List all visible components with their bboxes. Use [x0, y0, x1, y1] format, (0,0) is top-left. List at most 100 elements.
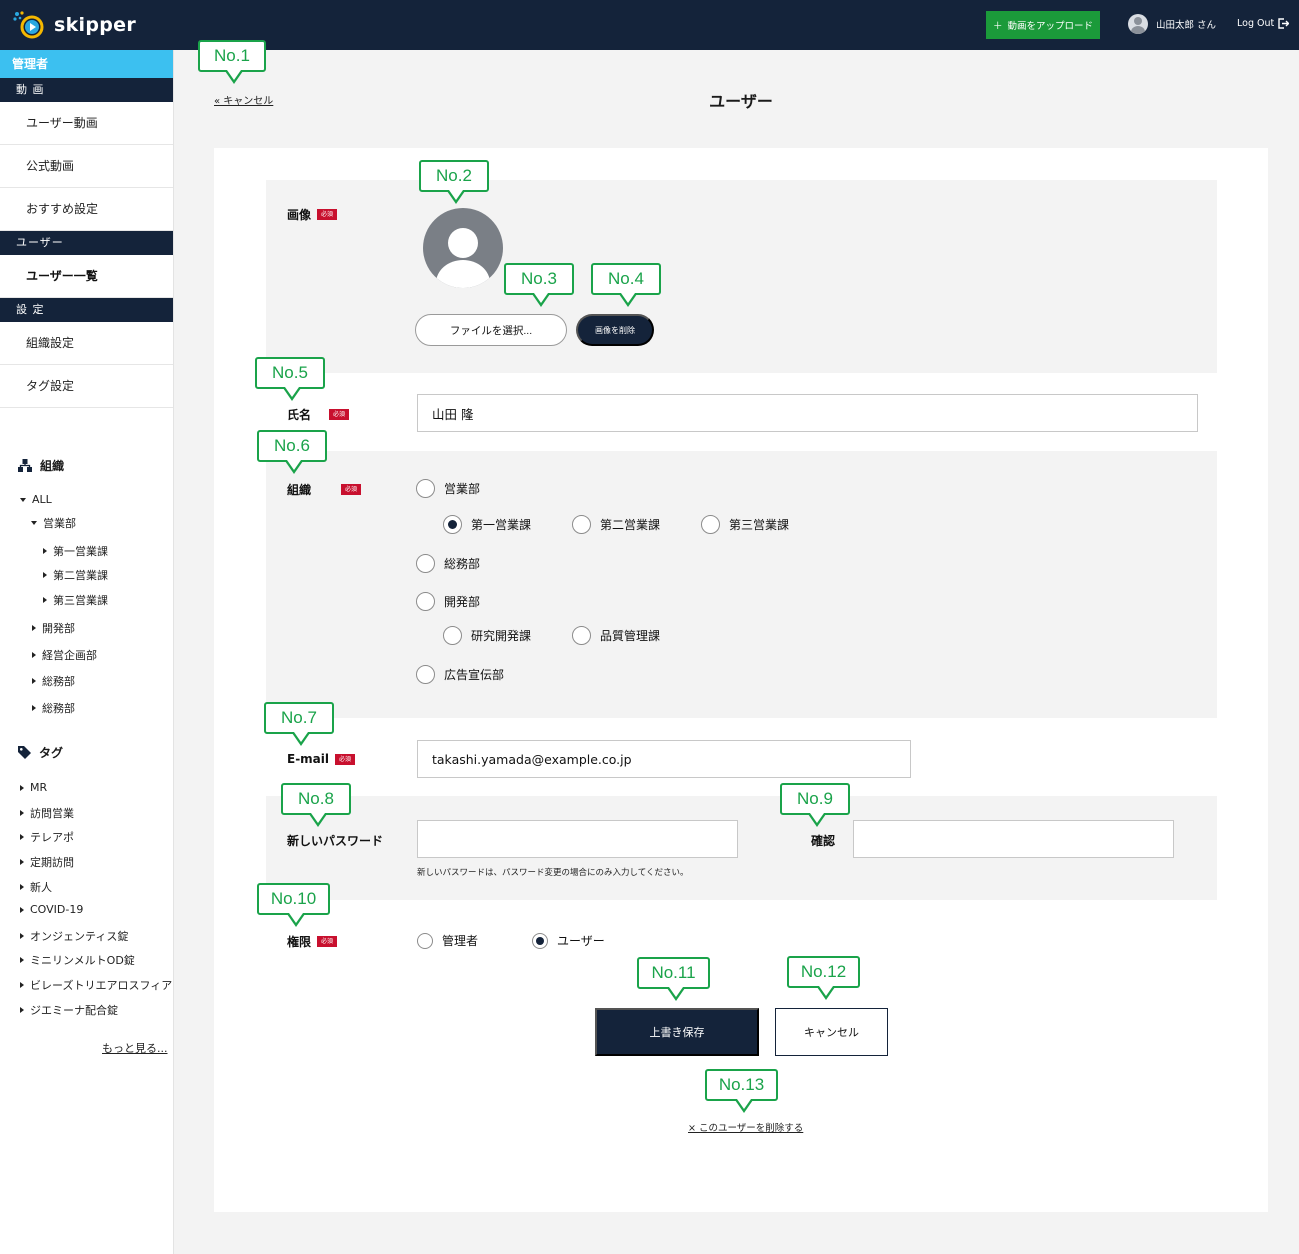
org-label-text: 組織 [287, 483, 312, 497]
password-hint: 新しいパスワードは、パスワード変更の場合にのみ入力してください。 [417, 868, 689, 878]
org-radio-ads[interactable]: 広告宣伝部 [416, 665, 504, 684]
tag-label: 定期訪問 [30, 856, 74, 869]
radio-label: 品質管理課 [600, 629, 661, 643]
org-radio-research[interactable]: 研究開発課 [443, 626, 531, 645]
caret-right-icon [20, 784, 24, 791]
tree-item-sales-2[interactable]: 第二営業課 [43, 567, 108, 583]
sidebar: 管理者 動 画 ユーザー動画 公式動画 おすすめ設定 ユーザー ユーザー一覧 設… [0, 50, 174, 1254]
tree-item-sales-3[interactable]: 第三営業課 [43, 592, 108, 608]
new-password-input[interactable] [417, 820, 738, 858]
user-menu[interactable]: 山田太郎 さん [1128, 14, 1216, 34]
org-radio-sales-2[interactable]: 第二営業課 [572, 515, 660, 534]
name-input[interactable]: 山田 隆 [417, 394, 1198, 432]
org-radio-sales-3[interactable]: 第三営業課 [701, 515, 789, 534]
tag-item[interactable]: MR [20, 781, 47, 794]
radio-circle-selected [532, 932, 548, 949]
logo[interactable]: skipper [12, 10, 136, 40]
delete-user-link[interactable]: × このユーザーを削除する [688, 1120, 803, 1134]
sidebar-item-org-settings[interactable]: 組織設定 [0, 322, 173, 365]
email-input[interactable]: takashi.yamada@example.co.jp [417, 740, 911, 778]
more-tags-link[interactable]: もっと見る... [102, 1040, 168, 1056]
image-label: 画像 必須 [287, 206, 338, 223]
tag-label: ミニリンメルトOD錠 [30, 954, 135, 967]
org-chart-icon [18, 459, 32, 472]
radio-circle-selected [443, 515, 462, 534]
radio-label: 研究開発課 [471, 629, 532, 643]
sidebar-role: 管理者 [0, 50, 173, 78]
role-radio-user[interactable]: ユーザー [532, 932, 605, 949]
tag-label: COVID-19 [30, 903, 84, 916]
tag-item[interactable]: 新人 [20, 879, 52, 895]
caret-right-icon [20, 957, 24, 963]
radio-circle [416, 554, 435, 573]
tree-item-sales[interactable]: 営業部 [31, 515, 76, 531]
tag-label: ビレーズトリエアロスフィア [30, 979, 173, 992]
org-radio-dev[interactable]: 開発部 [416, 592, 480, 611]
tree-item-general[interactable]: 総務部 [32, 673, 75, 689]
tag-item[interactable]: テレアポ [20, 829, 74, 845]
radio-circle [443, 626, 462, 645]
tag-item[interactable]: 定期訪問 [20, 854, 74, 870]
required-badge: 必須 [317, 209, 338, 220]
radio-label: 開発部 [444, 595, 481, 609]
sidebar-item-official-videos[interactable]: 公式動画 [0, 145, 173, 188]
sidebar-section-user: ユーザー [0, 231, 173, 255]
tree-item-all[interactable]: ALL [20, 493, 52, 506]
radio-circle [572, 626, 591, 645]
callout-8: No.8 [281, 783, 351, 827]
org-radio-general[interactable]: 総務部 [416, 554, 480, 573]
sidebar-item-recommend-settings[interactable]: おすすめ設定 [0, 188, 173, 231]
required-badge: 必須 [329, 409, 350, 420]
radio-circle [416, 665, 435, 684]
logo-text: skipper [54, 14, 137, 36]
tag-item[interactable]: COVID-19 [20, 903, 83, 916]
image-row-band [266, 180, 1217, 373]
role-radio-admin[interactable]: 管理者 [417, 932, 478, 949]
radio-label: ユーザー [557, 934, 605, 948]
tag-item[interactable]: 訪問営業 [20, 805, 74, 821]
radio-label: 広告宣伝部 [444, 668, 505, 682]
confirm-password-input[interactable] [853, 820, 1174, 858]
profile-avatar [423, 208, 503, 288]
sidebar-item-user-list[interactable]: ユーザー一覧 [0, 255, 173, 298]
logout-link[interactable]: Log Out [1237, 18, 1290, 29]
tag-label: 新人 [30, 881, 52, 894]
sidebar-item-tag-settings[interactable]: タグ設定 [0, 365, 173, 408]
caret-right-icon [43, 572, 47, 578]
required-badge: 必須 [317, 936, 338, 947]
role-label-text: 権限 [287, 935, 312, 949]
caret-right-icon [20, 834, 24, 840]
tree-item-planning[interactable]: 経営企画部 [32, 647, 97, 663]
tree-label: 総務部 [42, 702, 75, 715]
tag-heading-label: タグ [39, 746, 64, 760]
role-label: 権限 必須 [287, 933, 338, 950]
org-radio-sales[interactable]: 営業部 [416, 479, 480, 498]
org-heading: 組織 [0, 457, 64, 474]
tree-item-dev[interactable]: 開発部 [32, 620, 75, 636]
caret-right-icon [32, 705, 36, 711]
sidebar-section-settings: 設 定 [0, 298, 173, 322]
logout-label: Log Out [1237, 18, 1275, 29]
tree-label: ALL [32, 493, 52, 506]
upload-video-button[interactable]: ＋ 動画をアップロード [986, 11, 1100, 39]
cancel-button[interactable]: キャンセル [775, 1008, 888, 1056]
tag-item[interactable]: ビレーズトリエアロスフィア [20, 977, 172, 993]
radio-label: 総務部 [444, 557, 481, 571]
delete-image-button[interactable]: 画像を削除 [576, 314, 654, 346]
tree-item-sales-1[interactable]: 第一営業課 [43, 543, 108, 559]
radio-circle [701, 515, 720, 534]
save-button[interactable]: 上書き保存 [595, 1008, 759, 1056]
tag-item[interactable]: オンジェンティス錠 [20, 928, 128, 944]
caret-right-icon [32, 625, 36, 631]
confirm-password-label: 確認 [811, 834, 836, 848]
tag-item[interactable]: ミニリンメルトOD錠 [20, 952, 135, 968]
org-radio-quality[interactable]: 品質管理課 [572, 626, 660, 645]
tag-label: 訪問営業 [30, 807, 74, 820]
org-label: 組織 必須 [287, 481, 362, 498]
tag-item[interactable]: ジエミーナ配合錠 [20, 1002, 118, 1018]
tree-item-general-2[interactable]: 総務部 [32, 700, 75, 716]
user-avatar-icon [1128, 14, 1148, 34]
callout-1: No.1 [198, 40, 266, 84]
choose-file-button[interactable]: ファイルを選択... [415, 314, 567, 346]
org-radio-sales-1[interactable]: 第一営業課 [443, 515, 531, 534]
